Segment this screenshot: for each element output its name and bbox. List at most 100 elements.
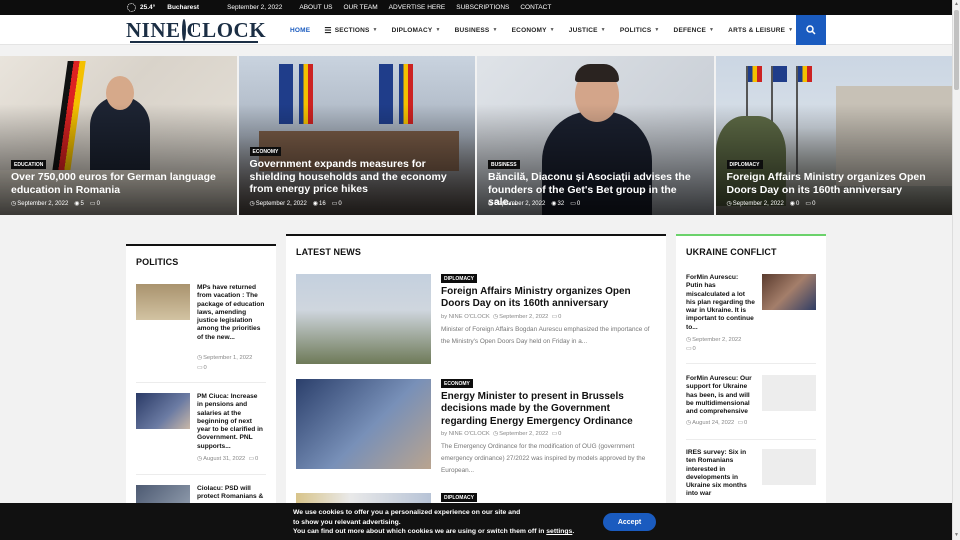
thumb-formin-aurescu[interactable]	[762, 274, 816, 310]
latest-news-title: LATEST NEWS	[296, 247, 361, 257]
nav-diplomacy[interactable]: DIPLOMACY ▼	[392, 27, 441, 34]
list-item-title[interactable]: Ciolacu: PSD will protect Romanians &	[197, 485, 265, 502]
thumb-pm-ciuca[interactable]	[136, 393, 190, 429]
hero-category[interactable]: BUSINESS	[488, 160, 520, 169]
list-item-title[interactable]: Foreign Affairs Ministry organizes Open …	[441, 286, 656, 311]
chevron-down-icon: ▼	[372, 27, 378, 33]
top-link-contact[interactable]: CONTACT	[520, 4, 551, 11]
nav-economy[interactable]: ECONOMY ▼	[512, 27, 555, 34]
nav-sections[interactable]: ☰ SECTIONS ▼	[324, 26, 377, 35]
menu-icon: ☰	[324, 25, 332, 35]
chevron-down-icon: ▼	[709, 27, 715, 33]
list-item[interactable]: ForMin Aurescu: Putin has miscalculated …	[686, 274, 816, 354]
list-item-title[interactable]: MPs have returned from vacation : The pa…	[197, 284, 265, 342]
chevron-down-icon: ▼	[435, 27, 441, 33]
hero-meta: ◷September 2, 2022 ◉16 ▭0	[249, 201, 342, 207]
hero-row: EDUCATION Over 750,000 euros for German …	[0, 56, 952, 215]
list-item[interactable]: MPs have returned from vacation : The pa…	[136, 284, 266, 384]
list-item-title[interactable]: Energy Minister to present in Brussels d…	[441, 391, 656, 428]
cookie-text: We use cookies to offer you a personaliz…	[293, 509, 575, 535]
politics-panel: POLITICS MPs have returned from vacation…	[126, 244, 276, 540]
thumb-energy-minister[interactable]	[296, 379, 431, 469]
eye-icon: ◉	[312, 201, 319, 207]
list-item[interactable]: DIPLOMACY Foreign Affairs Ministry organ…	[296, 274, 656, 366]
nav-arts-leisure[interactable]: ARTS & LEISURE ▼	[728, 27, 793, 34]
site-logo[interactable]: NINE CLOCK	[126, 17, 266, 43]
chevron-down-icon: ▼	[549, 27, 555, 33]
cookie-settings-link[interactable]: settings	[546, 528, 572, 535]
nav-politics[interactable]: POLITICS ▼	[620, 27, 660, 34]
hero-card[interactable]: EDUCATION Over 750,000 euros for German …	[0, 56, 237, 215]
clock-icon: ◷	[488, 201, 494, 207]
hero-title[interactable]: Government expands measures for shieldin…	[250, 158, 466, 196]
category-badge[interactable]: DIPLOMACY	[441, 493, 477, 502]
page-scrollbar[interactable]: ▲ ▼	[952, 0, 960, 540]
comment-icon: ▭	[805, 201, 812, 207]
scroll-up-icon[interactable]: ▲	[954, 1, 959, 7]
nav-business[interactable]: BUSINESS ▼	[455, 27, 498, 34]
politics-title: POLITICS	[136, 257, 179, 267]
comment-icon: ▭	[331, 201, 338, 207]
clock-icon: ◷	[493, 431, 499, 437]
hero-category[interactable]: EDUCATION	[11, 160, 47, 169]
thumb-placeholder[interactable]	[762, 375, 816, 411]
category-badge[interactable]: ECONOMY	[441, 379, 473, 388]
nav-home[interactable]: HOME	[290, 27, 310, 34]
clock-icon: ◷	[197, 456, 203, 462]
top-link-about-us[interactable]: ABOUT US	[299, 4, 332, 11]
clock-icon: ◷	[197, 355, 203, 361]
site-header: NINE CLOCK HOME ☰ SECTIONS ▼ DIPLOMACY ▼ BU…	[0, 15, 952, 45]
category-badge[interactable]: DIPLOMACY	[441, 274, 477, 283]
list-item-title[interactable]: ForMin Aurescu: Our support for Ukraine …	[686, 375, 756, 416]
clock-icon: ◷	[686, 337, 692, 343]
hero-category[interactable]: ECONOMY	[249, 147, 282, 156]
eye-icon: ◉	[74, 201, 80, 207]
hero-title[interactable]: Over 750,000 euros for German language e…	[11, 171, 227, 196]
hero-card[interactable]: ECONOMY Government expands measures for …	[238, 56, 475, 215]
author: NINE O'CLOCK	[448, 431, 490, 437]
thumb-parliament[interactable]	[136, 284, 190, 320]
temperature: 25.4°	[140, 4, 156, 11]
comment-icon: ▭	[737, 420, 744, 426]
excerpt: Minister of Foreign Affairs Bogdan Aures…	[441, 326, 650, 345]
cookie-banner: We use cookies to offer you a personaliz…	[0, 503, 952, 540]
list-item-title[interactable]: PM Ciuca: Increase in pensions and salar…	[197, 393, 265, 451]
thumb-ministry-building[interactable]	[296, 274, 431, 364]
list-item[interactable]: PM Ciuca: Increase in pensions and salar…	[136, 393, 266, 473]
hero-title[interactable]: Foreign Affairs Ministry organizes Open …	[727, 171, 943, 196]
comment-icon: ▭	[686, 346, 692, 352]
top-link-subscriptions[interactable]: SUBSCRIPTIONS	[456, 4, 509, 11]
list-item[interactable]: IRES survey: Six in ten Romanians intere…	[686, 449, 816, 509]
search-button[interactable]	[796, 15, 826, 45]
list-item-title[interactable]: ForMin Aurescu: Putin has miscalculated …	[686, 274, 756, 332]
comment-icon: ▭	[89, 201, 96, 207]
hero-card[interactable]: BUSINESS Băncilă, Diaconu și Asociații a…	[477, 56, 714, 215]
nav-defence[interactable]: DEFENCE ▼	[674, 27, 715, 34]
clock-icon	[181, 19, 195, 41]
accept-cookies-button[interactable]: Accept	[603, 513, 656, 531]
scrollbar-thumb[interactable]	[954, 10, 959, 90]
scroll-down-icon[interactable]: ▼	[954, 532, 959, 538]
list-item[interactable]: ECONOMY Energy Minister to present in Br…	[296, 379, 656, 474]
clock-icon: ◷	[249, 201, 255, 207]
list-item-title[interactable]: IRES survey: Six in ten Romanians intere…	[686, 449, 756, 499]
clock-icon: ◷	[11, 201, 17, 207]
search-icon	[806, 25, 816, 35]
comment-icon: ▭	[551, 431, 558, 437]
eye-icon: ◉	[551, 201, 557, 207]
nav-justice[interactable]: JUSTICE ▼	[569, 27, 606, 34]
hero-category[interactable]: DIPLOMACY	[726, 160, 763, 169]
hero-meta: ◷September 2, 2022 ◉32 ▭0	[488, 201, 581, 207]
sun-icon	[127, 3, 136, 12]
comment-icon: ▭	[570, 201, 576, 207]
top-link-our-team[interactable]: OUR TEAM	[343, 4, 377, 11]
chevron-down-icon: ▼	[788, 27, 794, 33]
thumb-placeholder[interactable]	[762, 449, 816, 485]
list-item[interactable]: ForMin Aurescu: Our support for Ukraine …	[686, 375, 816, 435]
chevron-down-icon: ▼	[600, 27, 606, 33]
hero-card[interactable]: DIPLOMACY Foreign Affairs Ministry organ…	[715, 56, 952, 215]
comment-icon: ▭	[248, 456, 255, 462]
ukraine-conflict-panel: UKRAINE CONFLICT ForMin Aurescu: Putin h…	[676, 234, 826, 540]
eye-icon: ◉	[789, 201, 796, 207]
top-link-advertise[interactable]: ADVERTISE HERE	[389, 4, 446, 11]
